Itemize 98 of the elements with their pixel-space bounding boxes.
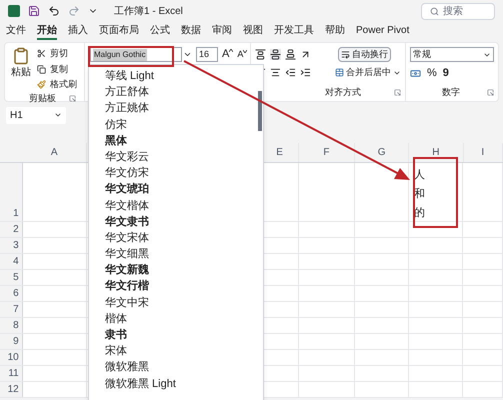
- cut-button[interactable]: 剪切: [37, 47, 77, 60]
- app-logo-icon: [8, 5, 20, 17]
- clipboard-icon: [12, 47, 30, 65]
- group-label: 剪贴板: [29, 92, 56, 104]
- font-size-field[interactable]: 16: [196, 47, 218, 62]
- font-option[interactable]: 黑体: [105, 132, 257, 149]
- font-option[interactable]: 仿宋: [105, 116, 257, 133]
- align-bottom-icon[interactable]: [285, 49, 296, 60]
- font-option[interactable]: 微软雅黑 Light: [105, 376, 257, 392]
- menu-tab[interactable]: 帮助: [325, 24, 345, 40]
- menu-tab[interactable]: 审阅: [212, 24, 232, 40]
- search-placeholder: 搜索: [443, 4, 463, 18]
- align-top-icon[interactable]: [255, 49, 266, 60]
- cell-text: 人: [414, 168, 426, 183]
- row-header: 6: [0, 286, 23, 301]
- menu-tab[interactable]: 文件: [6, 24, 26, 40]
- column-header: F: [298, 143, 356, 162]
- undo-icon[interactable]: [48, 5, 60, 17]
- font-option[interactable]: 楷体: [105, 310, 257, 327]
- caret-up-icon: [229, 49, 234, 52]
- column-header: G: [355, 143, 410, 162]
- row-header: 11: [0, 366, 23, 381]
- caret-down-icon: [243, 50, 248, 53]
- row-header: 3: [0, 238, 23, 253]
- column-header: A: [22, 143, 87, 162]
- menu-tab[interactable]: 开始: [37, 24, 57, 40]
- font-option[interactable]: 华文隶书: [105, 214, 257, 230]
- font-option[interactable]: 华文宋体: [105, 230, 257, 246]
- highlight-frame: [413, 157, 458, 228]
- increase-indent-icon[interactable]: [300, 67, 311, 78]
- dialog-launcher-icon: [394, 88, 401, 96]
- font-option[interactable]: 华文仿宋: [105, 165, 257, 182]
- font-option[interactable]: 华文琥珀: [105, 181, 257, 198]
- font-option[interactable]: 微软雅黑: [105, 359, 257, 376]
- font-option[interactable]: 宋体: [105, 343, 257, 360]
- font-option[interactable]: 华文楷体: [105, 198, 257, 214]
- font-option[interactable]: 华文中宋: [105, 294, 257, 311]
- font-option[interactable]: 华文新魏: [105, 262, 257, 278]
- align-center-icon[interactable]: [270, 67, 281, 78]
- font-option[interactable]: 等线 Light: [105, 68, 257, 84]
- row-header: 8: [0, 318, 23, 333]
- menu-tab[interactable]: Power Pivot: [356, 24, 410, 40]
- group-label: 对齐方式: [325, 86, 361, 98]
- dropdown-caret-icon[interactable]: [183, 50, 192, 59]
- format-painter-button[interactable]: 格式刷: [37, 78, 77, 92]
- search-icon: [430, 6, 439, 16]
- dialog-launcher-icon: [69, 94, 76, 102]
- scrollbar-thumb[interactable]: [258, 91, 262, 131]
- merge-icon: [335, 68, 344, 77]
- font-name-field[interactable]: Malgun Gothic: [90, 47, 182, 62]
- row-header: 9: [0, 334, 23, 349]
- comma-style-button[interactable]: 9: [442, 65, 449, 82]
- font-option[interactable]: 华文行楷: [105, 278, 257, 295]
- menu-tab[interactable]: 插入: [68, 24, 88, 40]
- align-middle-icon[interactable]: [270, 49, 281, 60]
- percent-button[interactable]: %: [427, 65, 437, 82]
- save-icon[interactable]: [28, 5, 40, 17]
- scissors-icon: [37, 49, 46, 58]
- menu-tab[interactable]: 数据: [181, 24, 201, 40]
- paintbrush-icon: [37, 80, 46, 90]
- group-label: 数字: [442, 86, 460, 98]
- shrink-font-button[interactable]: A: [237, 47, 248, 62]
- menu-tab[interactable]: 视图: [243, 24, 263, 40]
- font-option[interactable]: 隶书: [105, 327, 257, 344]
- search-field[interactable]: 搜索: [421, 2, 495, 20]
- font-option[interactable]: 方正姚体: [105, 100, 257, 117]
- font-option[interactable]: 方正舒体: [105, 84, 257, 100]
- cell-text: 和: [414, 187, 426, 202]
- font-option[interactable]: 华文细黑: [105, 246, 257, 262]
- menu-tab[interactable]: 公式: [150, 24, 170, 40]
- menu-tab[interactable]: 开发工具: [274, 24, 314, 40]
- number-format-field[interactable]: 常规: [410, 47, 494, 62]
- grow-font-button[interactable]: A: [222, 47, 234, 62]
- row-header: 5: [0, 270, 23, 285]
- column-header: H: [409, 143, 464, 162]
- copy-button[interactable]: 复制: [37, 62, 77, 76]
- column-header: I: [464, 143, 503, 162]
- name-box[interactable]: H1: [6, 106, 66, 124]
- window-title: 工作簿1 - Excel: [114, 4, 183, 18]
- row-header: 7: [0, 302, 23, 317]
- row-header: 10: [0, 350, 23, 365]
- row-header: 12: [0, 382, 23, 397]
- cell-text: 的: [414, 206, 426, 221]
- wrap-text-button[interactable]: 自动换行: [338, 47, 391, 62]
- decrease-indent-icon[interactable]: [285, 67, 296, 78]
- caret-icon: [54, 111, 62, 119]
- copy-icon: [37, 64, 46, 74]
- row-header: 4: [0, 254, 23, 269]
- wrap-icon: [341, 50, 350, 59]
- font-option[interactable]: 华文彩云: [105, 148, 257, 166]
- merge-center-button[interactable]: 合并后居中: [335, 65, 401, 80]
- orientation-icon[interactable]: [300, 49, 311, 60]
- menu-tab[interactable]: 页面布局: [99, 24, 139, 40]
- row-header: 2: [0, 222, 23, 237]
- dialog-launcher-icon: [487, 88, 494, 96]
- currency-icon[interactable]: [410, 68, 421, 79]
- row-header: 1: [0, 163, 23, 221]
- paste-button[interactable]: 粘贴: [9, 47, 33, 92]
